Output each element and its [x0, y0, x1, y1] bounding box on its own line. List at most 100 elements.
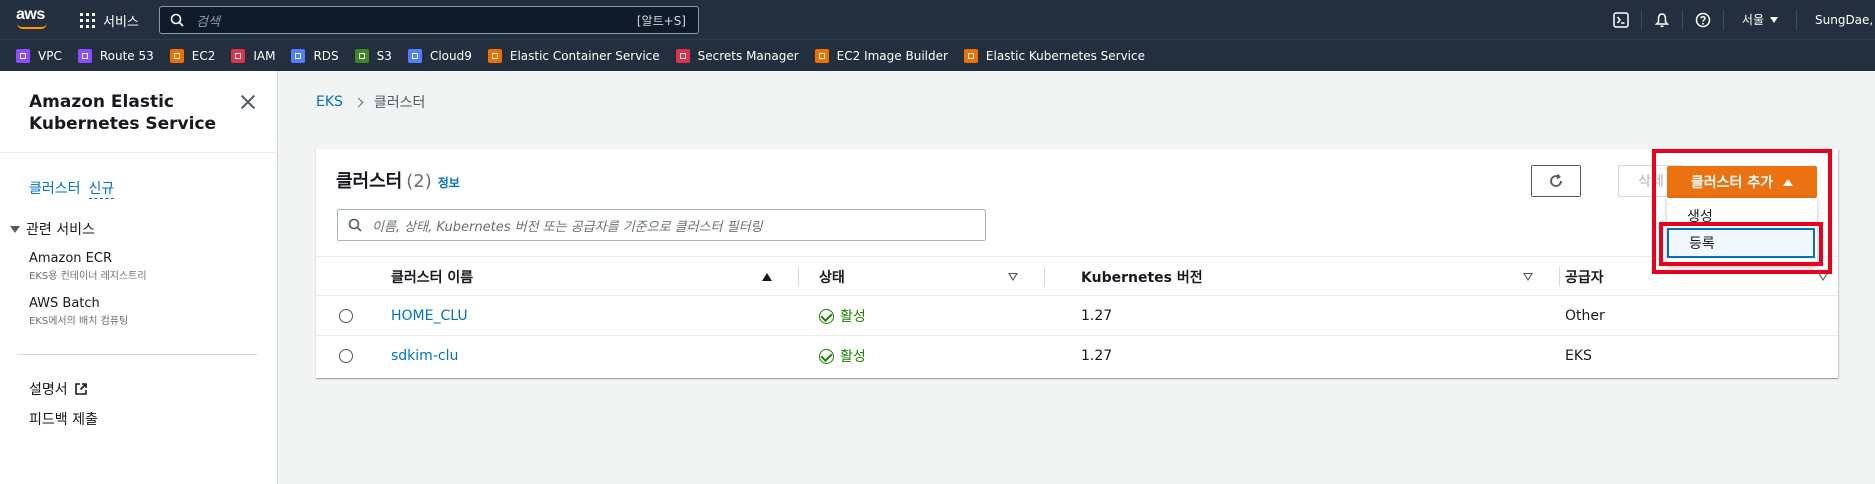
top-navigation: aws 서비스 검색 [알트+S] 서울 SungDae, [0, 0, 1875, 39]
clusters-panel: 클러스터 (2) 정보 삭제 이름, 상태, Kubernetes 버전 또는 공급… [316, 149, 1838, 378]
refresh-button[interactable] [1531, 165, 1581, 197]
sidebar-item-batch[interactable]: AWS Batch EKS에서의 배치 컴퓨팅 [29, 296, 128, 327]
highlight-box-inner [1659, 222, 1823, 266]
provider: Other [1565, 308, 1605, 324]
sidebar-item-feedback[interactable]: 피드백 제출 [29, 409, 98, 429]
sort-icon [1523, 273, 1533, 281]
search-icon [348, 218, 362, 232]
ecr-description: EKS용 컨테이너 레지스트리 [29, 271, 147, 282]
region-selector[interactable]: 서울 [1724, 11, 1796, 28]
external-link-icon [74, 383, 87, 395]
check-circle-icon [819, 308, 834, 324]
help-icon [1695, 12, 1711, 27]
ecr-label: Amazon ECR [29, 251, 112, 266]
sidebar-item-clusters[interactable]: 클러스터 신규 [29, 178, 115, 199]
favorite-ec2-image-builder[interactable]: EC2 Image Builder [814, 48, 948, 63]
panel-title-text: 클러스터 [336, 171, 403, 192]
favorite-label: EC2 [191, 48, 216, 63]
column-header-name[interactable]: 클러스터 이름 [391, 257, 786, 297]
page-title: 클러스터 (2) 정보 [336, 167, 460, 193]
aws-smile-icon [17, 23, 47, 29]
region-label: 서울 [1741, 13, 1764, 27]
account-menu[interactable]: SungDae, Ki [1797, 13, 1875, 27]
provider: EKS [1565, 348, 1592, 364]
close-icon[interactable] [240, 94, 256, 110]
vpc-icon [16, 48, 30, 63]
search-placeholder: 검색 [196, 14, 220, 30]
filter-placeholder: 이름, 상태, Kubernetes 버전 또는 공급자를 기준으로 클러스터 … [372, 219, 763, 235]
sidebar-divider [0, 152, 277, 153]
info-link[interactable]: 정보 [438, 176, 460, 190]
column-divider [1559, 267, 1560, 287]
batch-description: EKS에서의 배치 컴퓨팅 [29, 316, 129, 327]
sidebar-title: Amazon Elastic Kubernetes Service [29, 92, 217, 134]
global-search-input[interactable]: 검색 [알트+S] [159, 6, 699, 34]
cluster-name-link[interactable]: sdkim-clu [391, 336, 458, 376]
favorite-label: EC2 Image Builder [836, 48, 948, 63]
favorite-route53[interactable]: Route 53 [77, 48, 154, 63]
favorite-eks[interactable]: Elastic Kubernetes Service [963, 48, 1145, 63]
favorite-iam[interactable]: IAM [231, 48, 275, 63]
rds-icon [291, 48, 306, 63]
favorite-s3[interactable]: S3 [354, 48, 392, 63]
caret-down-icon [10, 225, 20, 233]
cloudshell-button[interactable] [1601, 0, 1641, 39]
favorite-vpc[interactable]: VPC [16, 48, 62, 63]
kubernetes-version: 1.27 [1081, 308, 1113, 324]
secrets-manager-icon [675, 48, 690, 63]
s3-icon [354, 48, 369, 63]
favorite-cloud9[interactable]: Cloud9 [407, 48, 472, 63]
table-row: sdkim-clu 활성 1.27 EKS [316, 336, 1838, 376]
aws-logo[interactable]: aws [16, 6, 48, 31]
favorite-label: Route 53 [99, 48, 154, 63]
favorite-label: Elastic Kubernetes Service [985, 48, 1145, 63]
batch-label: AWS Batch [29, 296, 100, 311]
favorite-label: Secrets Manager [697, 48, 799, 63]
ec2-icon [169, 48, 184, 63]
favorite-ecs[interactable]: Elastic Container Service [487, 48, 660, 63]
favorite-label: Elastic Container Service [509, 48, 660, 63]
chevron-right-icon [353, 97, 364, 107]
status-text: 활성 [840, 309, 866, 325]
services-menu-button[interactable]: 서비스 [80, 9, 139, 31]
ecs-icon [487, 48, 502, 63]
column-header-status[interactable]: 상태 [819, 257, 1032, 297]
sort-icon [1008, 273, 1018, 281]
sidebar-item-docs[interactable]: 설명서 [29, 379, 88, 399]
status-badge: 활성 [819, 296, 866, 336]
row-select-radio[interactable] [339, 349, 353, 363]
breadcrumb: EKS 클러스터 [316, 92, 425, 112]
feedback-label: 피드백 제출 [29, 412, 98, 428]
cloud9-icon [407, 48, 422, 63]
favorite-secrets-manager[interactable]: Secrets Manager [675, 48, 799, 63]
nav-right-group: 서울 SungDae, Ki [1601, 0, 1875, 39]
notifications-button[interactable] [1642, 0, 1682, 39]
sidebar-item-ecr[interactable]: Amazon ECR EKS용 컨테이너 레지스트리 [29, 251, 147, 282]
table-row: HOME_CLU 활성 1.27 Other [316, 296, 1838, 336]
new-badge: 신규 [88, 178, 115, 199]
search-shortcut: [알트+S] [636, 13, 686, 28]
column-label: 클러스터 이름 [391, 270, 474, 286]
cluster-count: (2) [406, 171, 432, 192]
favorite-label: RDS [313, 48, 339, 63]
cluster-filter-input[interactable]: 이름, 상태, Kubernetes 버전 또는 공급자를 기준으로 클러스터 … [337, 209, 986, 241]
eks-console-page: aws 서비스 검색 [알트+S] 서울 SungDae, VPC Route … [0, 0, 1875, 484]
column-header-version[interactable]: Kubernetes 버전 [1081, 257, 1547, 297]
route53-icon [77, 48, 92, 63]
refresh-icon [1550, 173, 1562, 187]
status-badge: 활성 [819, 336, 866, 376]
row-select-radio[interactable] [339, 309, 353, 323]
favorites-bar: VPC Route 53 EC2 IAM RDS S3 Cloud9 Elast… [0, 39, 1875, 71]
table-header: 클러스터 이름 상태 Kubernetes 버전 공급자 [316, 256, 1838, 296]
breadcrumb-eks[interactable]: EKS [316, 94, 343, 110]
favorite-label: S3 [376, 48, 392, 63]
kubernetes-version: 1.27 [1081, 348, 1113, 364]
eks-icon [963, 48, 978, 63]
help-button[interactable] [1683, 0, 1723, 39]
favorite-ec2[interactable]: EC2 [169, 48, 216, 63]
cluster-name-link[interactable]: HOME_CLU [391, 296, 468, 336]
favorite-rds[interactable]: RDS [291, 48, 339, 63]
column-label: 상태 [819, 270, 845, 286]
related-services-toggle[interactable]: 관련 서비스 [10, 219, 95, 239]
column-label: 공급자 [1565, 270, 1604, 286]
